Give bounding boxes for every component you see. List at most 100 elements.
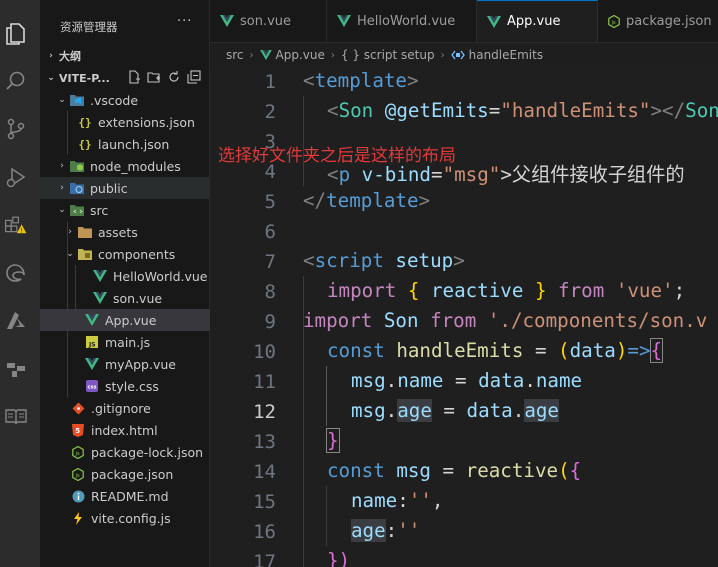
run-debug-icon[interactable]	[4, 165, 28, 189]
tab-son-vue[interactable]: son.vue	[210, 0, 327, 42]
token: >	[406, 69, 419, 92]
token: <	[303, 249, 315, 272]
indent-guide	[326, 366, 327, 426]
tree-item-components[interactable]: ⌄ components	[40, 243, 232, 265]
token: }	[523, 279, 559, 302]
project-section[interactable]: ⌄ VITE-P...	[40, 67, 209, 89]
source-control-icon[interactable]	[4, 117, 28, 141]
token: Son	[685, 99, 718, 122]
token: Son	[372, 309, 431, 332]
token: (	[558, 339, 570, 362]
chevron-down-icon: ⌄	[58, 95, 66, 105]
code-line-9: import Son from './components/son.v	[303, 309, 707, 332]
token: age	[524, 399, 559, 422]
line-number-current: 12	[253, 401, 276, 423]
vue-icon	[84, 312, 100, 328]
edge-browser-icon[interactable]	[4, 261, 28, 285]
tab-helloworld-vue[interactable]: HelloWorld.vue	[327, 0, 477, 42]
tree-item-assets[interactable]: › assets	[40, 221, 232, 243]
tree-item-src[interactable]: ⌄ src	[40, 199, 224, 221]
tree-item-public[interactable]: › public	[40, 177, 224, 199]
tree-item-vscode[interactable]: ⌄ .vscode	[40, 89, 224, 111]
token: <	[327, 163, 339, 186]
chevron-down-icon: ⌄	[47, 73, 55, 83]
token: script	[314, 249, 384, 272]
assets-folder-icon	[77, 224, 93, 240]
code-line-13: }	[326, 428, 340, 453]
vue-icon	[92, 290, 108, 306]
token: >父组件接收子组件的	[500, 163, 685, 186]
tree-item-label: node_modules	[90, 158, 181, 174]
code-line-10: const handleEmits = (data)=>{	[327, 338, 664, 363]
breadcrumb-src[interactable]: src	[226, 48, 244, 62]
chevron-right-icon: ›	[49, 51, 53, 61]
token: .	[385, 369, 398, 392]
git-icon	[70, 400, 86, 416]
tree-item-label: package-lock.json	[91, 444, 204, 460]
components-folder-icon	[77, 246, 93, 262]
token: <	[327, 99, 339, 122]
collapse-all-icon[interactable]	[187, 70, 201, 84]
tree-item-node-modules[interactable]: › node_modules	[40, 155, 224, 177]
breadcrumb-symbol[interactable]: handleEmits	[469, 48, 543, 62]
svg-text:!: !	[20, 226, 23, 234]
code-line-16: age:''	[351, 519, 420, 542]
token: name	[397, 369, 444, 392]
token: import	[303, 309, 373, 332]
css-icon: css	[84, 378, 100, 394]
node-js-icon: js	[70, 444, 86, 460]
token: </	[303, 189, 327, 212]
new-folder-icon[interactable]	[147, 70, 161, 84]
chevron-right-icon: ›	[60, 183, 64, 193]
token: ''	[397, 519, 421, 542]
tree-item-label: index.html	[91, 422, 158, 438]
vue-icon	[259, 50, 272, 60]
token: =	[430, 459, 466, 482]
tree-item-label: main.js	[105, 334, 151, 350]
code-line-2: <Son @getEmits="handleEmits"></Son	[327, 99, 718, 122]
remote-explorer-icon[interactable]	[4, 357, 28, 381]
search-icon[interactable]	[4, 69, 28, 93]
token: setup	[383, 249, 454, 272]
extensions-icon[interactable]: !	[4, 214, 28, 238]
line-number: 5	[264, 191, 276, 213]
token: .	[512, 399, 525, 422]
breadcrumb-file[interactable]: App.vue	[276, 48, 325, 62]
token: 'vue'	[604, 279, 674, 302]
token: from	[430, 309, 477, 332]
token: msg	[351, 369, 386, 392]
token: ;	[673, 279, 686, 302]
explorer-icon[interactable]	[4, 22, 28, 46]
node-js-icon: js	[70, 466, 86, 482]
token: .	[385, 399, 398, 422]
tab-label: package.json	[626, 13, 712, 29]
more-actions-button[interactable]: ···	[177, 14, 192, 29]
tree-item-label: .vscode	[90, 92, 139, 108]
tab-app-vue[interactable]: App.vue	[477, 0, 598, 42]
new-file-icon[interactable]	[127, 70, 141, 84]
azure-icon[interactable]	[4, 309, 28, 333]
outline-section[interactable]: › 大纲	[40, 45, 209, 67]
node-folder-icon	[69, 158, 85, 174]
tree-item-label: public	[90, 180, 128, 196]
tab-package-json[interactable]: js package.json	[598, 0, 718, 42]
tree-item-label: src	[90, 202, 109, 218]
token: template	[326, 189, 419, 212]
token: @getEmits	[373, 99, 489, 122]
book-icon[interactable]	[4, 405, 28, 429]
vue-icon	[220, 15, 234, 27]
activity-bar: !	[0, 0, 41, 567]
line-number: 2	[264, 101, 276, 123]
token: data	[569, 339, 616, 362]
breadcrumb-script-setup[interactable]: { } script setup	[341, 48, 435, 62]
vscode-folder-icon	[69, 92, 85, 108]
token: template	[314, 69, 407, 92]
vue-icon	[92, 268, 108, 284]
token: (	[558, 459, 570, 482]
tab-label: App.vue	[507, 14, 561, 29]
svg-text:5: 5	[75, 427, 80, 435]
tree-item-label: assets	[98, 224, 138, 240]
token: {	[396, 279, 431, 302]
refresh-icon[interactable]	[167, 70, 181, 84]
chevron-right-icon: ›	[249, 49, 254, 61]
